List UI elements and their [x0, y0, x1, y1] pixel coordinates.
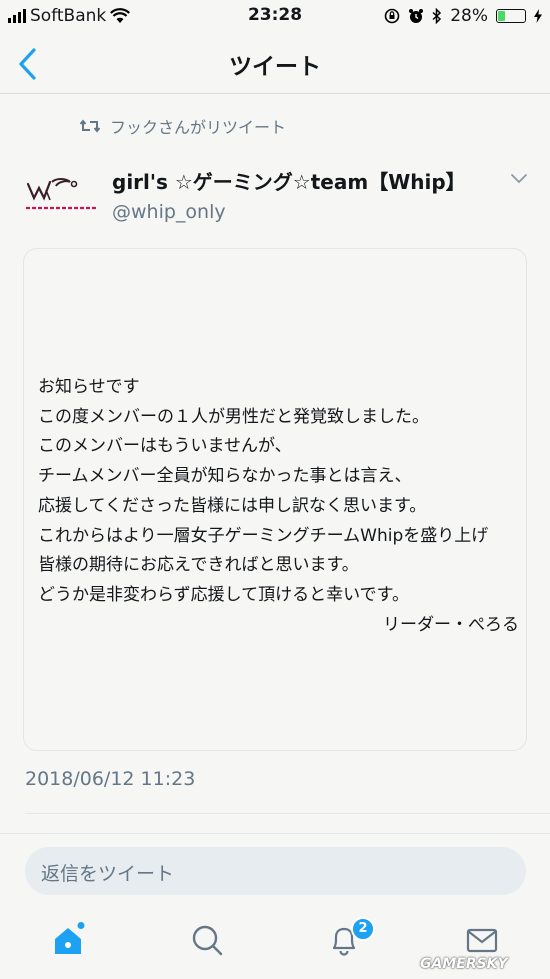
reply-input[interactable]: 返信をツイート: [25, 847, 526, 895]
home-icon[interactable]: [50, 922, 86, 958]
tweet-author[interactable]: girl's ☆ゲーミング☆team【Whip】 @whip_only: [112, 166, 466, 223]
rotation-lock-icon: [384, 8, 400, 24]
search-icon[interactable]: [189, 922, 225, 958]
status-bar: SoftBank 23:28 28%: [0, 0, 550, 34]
text-line: どうか是非変わらず応援して頂けると幸いです。: [38, 584, 409, 605]
page-title: ツイート: [229, 54, 321, 80]
battery-icon: [496, 9, 526, 23]
nav-bar: ツイート: [0, 34, 550, 94]
divider: [0, 833, 550, 834]
battery-fill: [498, 11, 505, 21]
mail-icon[interactable]: [464, 922, 500, 958]
tweet-image[interactable]: お知らせです この度メンバーの１人が男性だと発覚致しました。 このメンバーはもう…: [23, 248, 527, 751]
author-handle[interactable]: @whip_only: [112, 201, 466, 223]
text-line: 皆様の期待にお応えできればと思います。: [38, 555, 359, 576]
avatar[interactable]: [22, 170, 100, 214]
charging-icon: [534, 9, 542, 23]
retweet-icon: [80, 119, 100, 133]
notifications-badge: 2: [351, 917, 375, 941]
divider: [25, 813, 550, 814]
text-line: これからはより一層女子ゲーミングチームWhipを盛り上げ: [38, 525, 489, 546]
text-line: このメンバーはもういませんが、: [38, 436, 292, 457]
whip-logo-icon: [26, 178, 96, 210]
alarm-icon: [409, 9, 424, 23]
text-line: お知らせです: [38, 377, 140, 397]
bluetooth-icon: [432, 8, 442, 24]
signature: リーダー・ぺろる: [383, 615, 519, 635]
retweet-context[interactable]: フックさんがリツイート: [80, 114, 286, 138]
text-line: この度メンバーの１人が男性だと発覚致しました。: [38, 406, 429, 427]
status-right: 28%: [384, 6, 542, 26]
retweet-context-label: フックさんがリツイート: [110, 118, 287, 137]
battery-percent: 28%: [450, 6, 488, 26]
chevron-down-icon[interactable]: [510, 172, 528, 186]
text-line: 応援してくださった皆様には申し訳なく思います。: [38, 495, 427, 516]
author-name[interactable]: girl's ☆ゲーミング☆team【Whip】: [112, 166, 466, 195]
watermark: GAMERSKY: [420, 956, 508, 972]
text-line: チームメンバー全員が知らなかった事とは言え、: [38, 466, 412, 487]
tweet-timestamp: 2018/06/12 11:23: [25, 768, 196, 790]
tweet-image-text: お知らせです この度メンバーの１人が男性だと発覚致しました。 このメンバーはもう…: [38, 373, 488, 611]
